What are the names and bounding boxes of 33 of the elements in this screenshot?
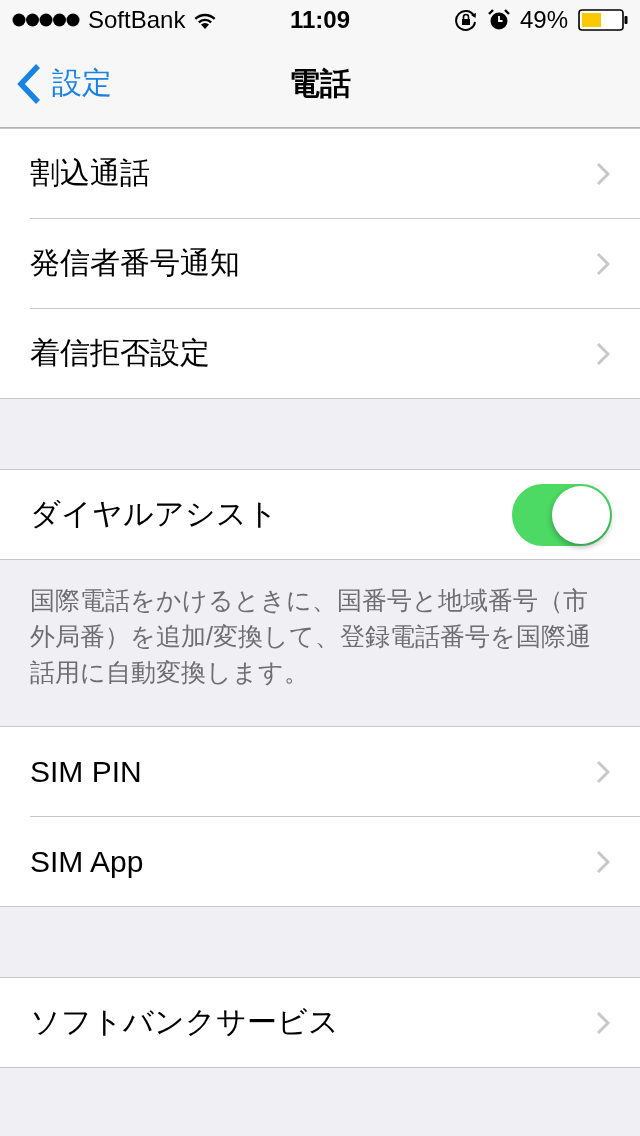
row-label: 割込通話: [30, 155, 151, 191]
wifi-icon: [193, 11, 218, 29]
row-label: SIM App: [30, 844, 145, 879]
signal-icon: [12, 13, 80, 27]
carrier-name: SoftBank: [88, 6, 186, 34]
chevron-icon: [596, 341, 610, 366]
settings-row[interactable]: SIM App: [0, 817, 640, 906]
back-chevron-icon: [16, 62, 42, 105]
section-footer-text: 国際電話をかけるときに、国番号と地域番号（市外局番）を追加/変換して、登録電話番号を国際通話用に自動変換します。: [30, 586, 591, 686]
settings-row[interactable]: SIM PIN: [0, 727, 640, 816]
chevron-icon: [596, 759, 610, 784]
settings-row[interactable]: 割込通話: [0, 129, 640, 218]
battery-percentage: 49%: [519, 6, 568, 34]
toggle-switch[interactable]: [512, 483, 612, 546]
row-label: 着信拒否設定: [30, 335, 211, 371]
battery-icon: [578, 9, 628, 31]
settings-row[interactable]: ソフトバンクサービス: [0, 978, 640, 1067]
row-label: ソフトバンクサービス: [30, 1004, 340, 1040]
chevron-icon: [596, 251, 610, 276]
settings-row[interactable]: 発信者番号通知: [0, 219, 640, 308]
row-label: ダイヤルアシスト: [30, 496, 279, 532]
clock-time: 11:09: [289, 6, 351, 33]
chevron-icon: [596, 849, 610, 874]
row-label: 発信者番号通知: [30, 245, 241, 281]
rotation-lock-icon: [453, 8, 478, 32]
row-label: SIM PIN: [30, 754, 143, 789]
settings-row[interactable]: 着信拒否設定: [0, 309, 640, 398]
alarm-clock-icon: [487, 9, 510, 31]
screen-title: 電話: [289, 65, 351, 101]
settings-row[interactable]: ダイヤルアシスト: [0, 470, 640, 559]
back-button[interactable]: 設定: [0, 53, 112, 114]
chevron-icon: [596, 1010, 610, 1035]
chevron-icon: [596, 161, 610, 186]
